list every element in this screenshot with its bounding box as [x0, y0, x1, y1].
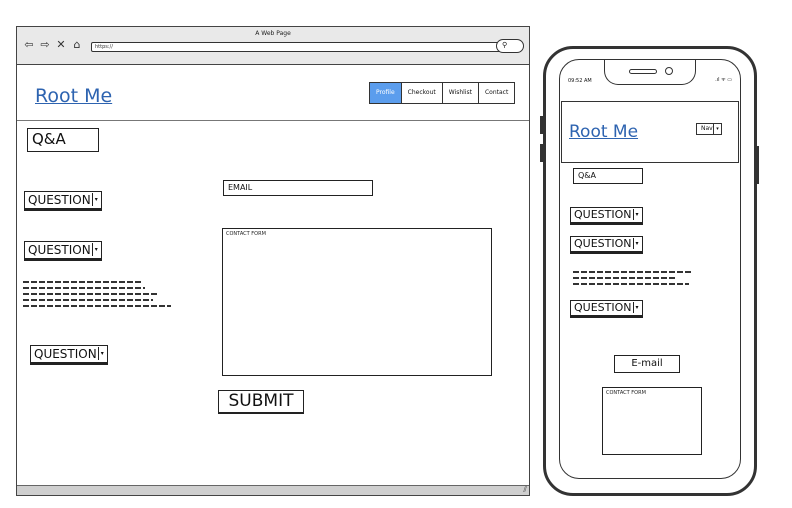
home-icon[interactable]: ⌂ [71, 39, 83, 51]
status-icons: .ıl ᯤ ▭ [715, 77, 732, 83]
question-label: QUESTION [574, 208, 632, 221]
site-logo[interactable]: Root Me [35, 85, 112, 107]
question-label: QUESTION [34, 347, 97, 361]
mobile-answer-text [573, 271, 703, 289]
qa-heading: Q&A [27, 128, 99, 152]
status-time: 09:52 AM [568, 78, 592, 84]
question-dropdown-2[interactable]: QUESTION ▾ [24, 241, 102, 261]
header-divider [17, 120, 529, 121]
mobile-question-dropdown-2[interactable]: QUESTION ▾ [570, 236, 643, 254]
mobile-contact-form-label: CONTACT FORM [606, 390, 646, 396]
mobile-nav-label: Nav [701, 125, 713, 132]
resize-icon[interactable]: ⫽ [523, 485, 527, 495]
phone-screen: 09:52 AM .ıl ᯤ ▭ Root Me Nav ▾ Q&A QUEST… [559, 59, 741, 479]
url-text: https:// [95, 44, 113, 50]
speaker-icon [629, 69, 657, 74]
question-label: QUESTION [28, 193, 91, 207]
bottom-scrollbar[interactable]: ⫽ [17, 485, 529, 495]
browser-title: A Web Page [255, 30, 291, 37]
email-field[interactable]: EMAIL [223, 180, 373, 196]
nav-contact[interactable]: Contact [478, 83, 515, 103]
browser-toolbar: A Web Page ⇦ ⇨ ✕ ⌂ https:// ⚲ [17, 27, 529, 65]
search-button[interactable]: ⚲ [496, 39, 524, 53]
camera-icon [665, 67, 673, 75]
chevron-down-icon: ▾ [97, 347, 106, 360]
chevron-down-icon: ▾ [632, 209, 641, 220]
chevron-down-icon: ▾ [713, 124, 721, 134]
answer-text [23, 281, 173, 311]
mobile-question-dropdown-1[interactable]: QUESTION ▾ [570, 207, 643, 225]
top-nav: Profile Checkout Wishlist Contact [369, 82, 516, 104]
nav-profile[interactable]: Profile [370, 83, 402, 103]
close-icon[interactable]: ✕ [55, 39, 67, 51]
forward-icon[interactable]: ⇨ [39, 39, 51, 51]
question-dropdown-3[interactable]: QUESTION ▾ [30, 345, 108, 365]
chevron-down-icon: ▾ [632, 238, 641, 249]
submit-button[interactable]: SUBMIT [218, 390, 304, 414]
mobile-nav-select[interactable]: Nav ▾ [696, 123, 722, 135]
question-dropdown-1[interactable]: QUESTION ▾ [24, 191, 102, 211]
chevron-down-icon: ▾ [91, 193, 100, 206]
nav-wishlist[interactable]: Wishlist [442, 83, 479, 103]
phone-frame: 09:52 AM .ıl ᯤ ▭ Root Me Nav ▾ Q&A QUEST… [543, 46, 757, 496]
contact-form-label: CONTACT FORM [226, 231, 266, 237]
browser-window: A Web Page ⇦ ⇨ ✕ ⌂ https:// ⚲ Root Me Pr… [16, 26, 530, 496]
search-icon: ⚲ [502, 41, 508, 49]
back-icon[interactable]: ⇦ [23, 39, 35, 51]
mobile-contact-form-textarea[interactable]: CONTACT FORM [602, 387, 702, 455]
phone-notch [604, 60, 696, 85]
question-label: QUESTION [574, 301, 632, 314]
mobile-email-field[interactable]: E-mail [614, 355, 680, 373]
mobile-site-logo[interactable]: Root Me [569, 122, 638, 142]
nav-checkout[interactable]: Checkout [401, 83, 443, 103]
chevron-down-icon: ▾ [632, 302, 641, 313]
chevron-down-icon: ▾ [91, 243, 100, 256]
question-label: QUESTION [574, 237, 632, 250]
contact-form-textarea[interactable]: CONTACT FORM [222, 228, 492, 376]
mobile-header: Root Me Nav ▾ [561, 101, 739, 163]
mobile-question-dropdown-3[interactable]: QUESTION ▾ [570, 300, 643, 318]
question-label: QUESTION [28, 243, 91, 257]
url-bar[interactable]: https:// [91, 42, 505, 52]
mobile-qa-heading: Q&A [573, 168, 643, 184]
